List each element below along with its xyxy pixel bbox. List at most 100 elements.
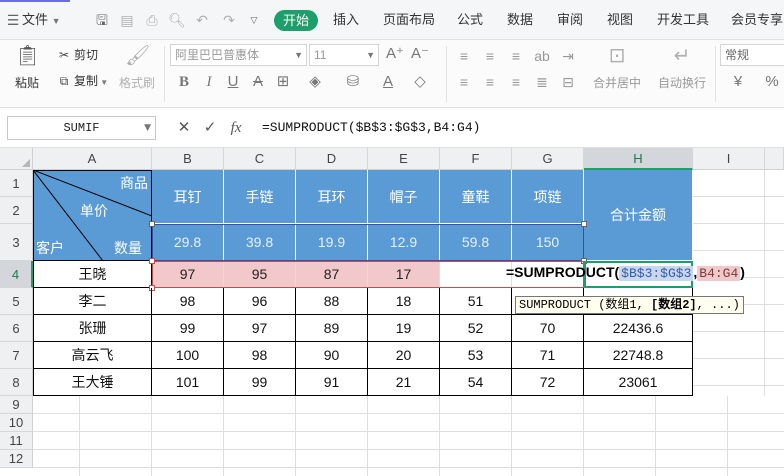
quantity-cell[interactable]: 18: [368, 288, 440, 315]
name-box[interactable]: SUMIF ▼: [7, 116, 156, 140]
quantity-cell[interactable]: 99: [152, 315, 224, 342]
total-cell[interactable]: 23061: [584, 369, 693, 396]
tab-home[interactable]: 开始: [274, 10, 318, 31]
row-header-10[interactable]: 10: [0, 414, 33, 432]
product-header[interactable]: 帽子: [368, 170, 440, 224]
hamburger-icon[interactable]: ☰: [4, 11, 22, 29]
column-header-j[interactable]: [765, 148, 784, 170]
column-header-d[interactable]: D: [296, 148, 368, 170]
percent-icon[interactable]: %: [762, 72, 782, 92]
column-header-c[interactable]: C: [224, 148, 296, 170]
decrease-font-icon[interactable]: A⁻: [410, 44, 430, 64]
increase-font-icon[interactable]: A⁺: [385, 44, 405, 64]
total-cell[interactable]: 22436.6: [584, 315, 693, 342]
number-format-select[interactable]: 常规: [720, 44, 784, 66]
align-right-icon[interactable]: ≡: [507, 73, 525, 91]
save-icon[interactable]: 🖫: [93, 11, 111, 29]
customer-name-cell[interactable]: 李二: [33, 288, 152, 315]
quantity-cell[interactable]: [440, 261, 512, 288]
column-header-a[interactable]: A: [33, 148, 152, 170]
quantity-cell[interactable]: 96: [224, 288, 296, 315]
quantity-cell[interactable]: 21: [368, 369, 440, 396]
quantity-cell[interactable]: 71: [512, 342, 584, 369]
tab-member[interactable]: 会员专享: [731, 9, 783, 31]
total-cell[interactable]: 22748.8: [584, 342, 693, 369]
distributed-icon[interactable]: ⊟: [559, 73, 577, 91]
align-middle-icon[interactable]: ≡: [481, 47, 499, 65]
quantity-cell[interactable]: 89: [296, 315, 368, 342]
print-icon[interactable]: ⎙: [143, 11, 161, 29]
quantity-cell[interactable]: 54: [440, 369, 512, 396]
column-header-f[interactable]: F: [440, 148, 512, 170]
select-all-corner[interactable]: [0, 148, 33, 170]
quantity-cell[interactable]: 88: [296, 288, 368, 315]
quantity-cell[interactable]: 90: [296, 342, 368, 369]
customer-name-cell[interactable]: 王大锤: [33, 369, 152, 396]
fill-color-icon[interactable]: ◈: [305, 72, 325, 92]
range-handle[interactable]: [581, 221, 587, 227]
customer-name-cell[interactable]: 张珊: [33, 315, 152, 342]
underline-button[interactable]: U: [223, 72, 243, 92]
row-header-1[interactable]: 1: [0, 170, 33, 197]
align-center-icon[interactable]: ≡: [481, 73, 499, 91]
quantity-cell[interactable]: 17: [368, 261, 440, 288]
product-header[interactable]: 项链: [512, 170, 584, 224]
quantity-cell[interactable]: 70: [512, 315, 584, 342]
tab-page-layout[interactable]: 页面布局: [383, 9, 435, 31]
bold-button[interactable]: B: [174, 72, 194, 92]
row-header-2[interactable]: 2: [0, 197, 33, 224]
cut-button[interactable]: ✂ 剪切: [56, 45, 98, 65]
tab-review[interactable]: 审阅: [557, 9, 583, 31]
merge-center-button[interactable]: ⊡ 合并居中: [586, 44, 648, 91]
currency-icon[interactable]: ¥: [728, 72, 748, 92]
row-header-12[interactable]: 12: [0, 450, 33, 468]
price-cell[interactable]: 29.8: [152, 224, 224, 261]
range-handle[interactable]: [149, 258, 155, 264]
font-name-select[interactable]: 阿里巴巴普惠体 ▼: [170, 44, 307, 66]
price-cell[interactable]: 19.9: [296, 224, 368, 261]
row-header-8[interactable]: 8: [0, 369, 33, 396]
price-cell[interactable]: 59.8: [440, 224, 512, 261]
diagonal-header-cell[interactable]: 商品 单价 客户 数量: [33, 170, 152, 261]
tab-view[interactable]: 视图: [607, 9, 633, 31]
row-header-6[interactable]: 6: [0, 315, 33, 342]
column-header-h[interactable]: H: [584, 148, 693, 170]
formula-input[interactable]: =SUMPRODUCT($B$3:$G$3,B4:G4): [262, 117, 480, 139]
font-size-select[interactable]: 11 ▼: [309, 44, 379, 66]
customer-name-cell[interactable]: 高云飞: [33, 342, 152, 369]
quantity-cell[interactable]: 99: [224, 369, 296, 396]
paste-button[interactable]: 📋︎ 粘贴: [10, 44, 44, 91]
align-bottom-icon[interactable]: ≡: [507, 47, 525, 65]
row-header-3[interactable]: 3: [0, 224, 33, 261]
print-preview-icon[interactable]: 🔍︎: [168, 11, 186, 29]
quantity-cell[interactable]: 97: [224, 315, 296, 342]
align-left-icon[interactable]: ≡: [455, 73, 473, 91]
range-handle[interactable]: [149, 221, 155, 227]
quantity-cell[interactable]: 19: [368, 315, 440, 342]
wrap-text-button[interactable]: ↵ 自动换行: [654, 44, 710, 91]
tab-insert[interactable]: 插入: [333, 9, 359, 31]
price-cell[interactable]: 150: [512, 224, 584, 261]
quantity-cell[interactable]: 100: [152, 342, 224, 369]
strikethrough-icon[interactable]: A: [248, 72, 268, 92]
insert-function-button[interactable]: fx: [226, 117, 246, 139]
price-cell[interactable]: 12.9: [368, 224, 440, 261]
product-header[interactable]: 耳钉: [152, 170, 224, 224]
column-header-i[interactable]: I: [693, 148, 765, 170]
product-header[interactable]: 童鞋: [440, 170, 512, 224]
border-icon[interactable]: ⊞: [273, 72, 293, 92]
format-painter-button[interactable]: 🖌︎ 格式刷: [116, 44, 158, 91]
quantity-cell[interactable]: 51: [440, 288, 512, 315]
tab-data[interactable]: 数据: [507, 9, 533, 31]
quantity-cell[interactable]: 53: [440, 342, 512, 369]
total-header[interactable]: 合计金额: [584, 170, 693, 261]
quantity-cell[interactable]: 98: [152, 288, 224, 315]
paint-bucket-icon[interactable]: ⛁: [343, 72, 363, 92]
justify-icon[interactable]: ≣: [533, 73, 551, 91]
file-menu[interactable]: 文件 ▼: [22, 9, 61, 31]
indent-icon[interactable]: ⇥: [559, 47, 577, 65]
price-cell[interactable]: 39.8: [224, 224, 296, 261]
cancel-icon[interactable]: ✕: [174, 117, 194, 139]
copy-button[interactable]: ⧉ 复制 ▼: [56, 71, 108, 91]
row-header-5[interactable]: 5: [0, 288, 33, 315]
